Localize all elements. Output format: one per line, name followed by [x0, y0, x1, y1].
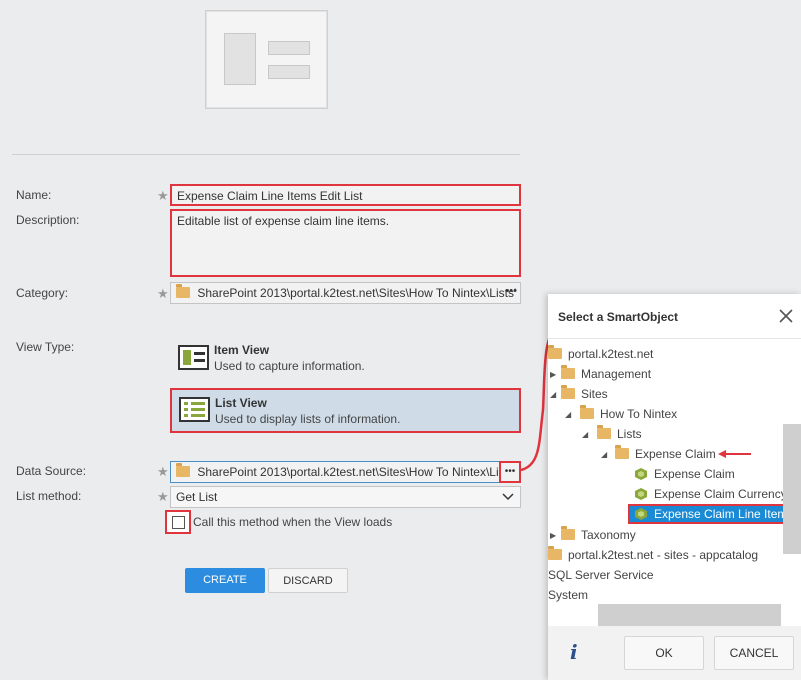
- category-field[interactable]: SharePoint 2013\portal.k2test.net\Sites\…: [170, 282, 521, 304]
- horizontal-scrollbar[interactable]: [598, 604, 781, 626]
- select-smartobject-dialog: Select a SmartObject portal.k2test.net ▶…: [548, 294, 801, 680]
- category-value: SharePoint 2013\portal.k2test.net\Sites\…: [197, 286, 517, 300]
- folder-icon: [615, 445, 629, 459]
- ellipsis-icon[interactable]: •••: [505, 285, 517, 297]
- item-view-title: Item View: [214, 343, 270, 357]
- required-star: ★: [157, 286, 169, 301]
- tree-item[interactable]: Taxonomy: [561, 526, 636, 542]
- dialog-title: Select a SmartObject: [558, 310, 679, 324]
- ellipsis-icon: •••: [504, 466, 516, 477]
- tree-item[interactable]: Expense Claim: [615, 445, 716, 461]
- list-view-icon: [179, 397, 210, 422]
- required-star: ★: [157, 188, 169, 203]
- category-label: Category:: [16, 286, 69, 300]
- data-source-label: Data Source:: [16, 464, 87, 478]
- tree-item[interactable]: System: [548, 588, 588, 602]
- annotation-arrow-left: [718, 450, 751, 458]
- folder-icon: [548, 546, 562, 560]
- folder-icon: [176, 463, 190, 477]
- tree-item[interactable]: portal.k2test.net - sites - appcatalog: [548, 546, 758, 562]
- info-icon[interactable]: i: [570, 640, 578, 664]
- list-view-desc: Used to display lists of information.: [215, 412, 401, 426]
- data-source-value: SharePoint 2013\portal.k2test.net\Sites\…: [197, 465, 514, 479]
- folder-icon: [561, 385, 575, 399]
- ok-button[interactable]: OK: [624, 636, 704, 670]
- tree-item[interactable]: Expense Claim: [634, 467, 735, 481]
- item-view-desc: Used to capture information.: [214, 359, 365, 373]
- list-method-value: Get List: [176, 490, 218, 504]
- call-method-label: Call this method when the View loads: [193, 515, 393, 529]
- description-input[interactable]: Editable list of expense claim line item…: [170, 209, 521, 277]
- name-label: Name:: [16, 188, 52, 202]
- item-view-option[interactable]: Item View Used to capture information.: [170, 338, 521, 380]
- divider: [12, 154, 520, 155]
- checkbox-box: [172, 516, 185, 529]
- list-view-option[interactable]: List View Used to display lists of infor…: [170, 388, 521, 433]
- collapse-icon[interactable]: ◢: [582, 430, 588, 439]
- vertical-scrollbar[interactable]: [783, 424, 801, 554]
- cancel-button[interactable]: CANCEL: [714, 636, 794, 670]
- create-button[interactable]: CREATE: [185, 568, 265, 593]
- name-input-value: Expense Claim Line Items Edit List: [177, 189, 363, 203]
- chevron-down-icon: [502, 493, 514, 501]
- collapse-icon[interactable]: ◢: [601, 450, 607, 459]
- folder-icon: [176, 284, 190, 298]
- folder-icon: [548, 345, 562, 359]
- folder-icon: [561, 365, 575, 379]
- folder-icon: [561, 526, 575, 540]
- list-view-title: List View: [215, 396, 267, 410]
- required-star: ★: [157, 489, 169, 504]
- discard-button[interactable]: DISCARD: [268, 568, 348, 593]
- collapse-icon[interactable]: ◢: [550, 390, 556, 399]
- expand-icon[interactable]: ▶: [550, 370, 556, 379]
- expand-icon[interactable]: ▶: [550, 531, 556, 540]
- tree-item[interactable]: How To Nintex: [580, 405, 677, 421]
- description-input-value: Editable list of expense claim line item…: [177, 214, 390, 228]
- tree-item-selected[interactable]: Expense Claim Line Item: [628, 504, 792, 524]
- tree-item[interactable]: Lists: [597, 425, 642, 441]
- list-method-label: List method:: [16, 489, 82, 503]
- collapse-icon[interactable]: ◢: [565, 410, 571, 419]
- tree-item[interactable]: Sites: [561, 385, 608, 401]
- smartobject-icon: [634, 467, 648, 481]
- call-method-checkbox[interactable]: [165, 510, 191, 534]
- tree-item[interactable]: Expense Claim Currency: [634, 487, 787, 501]
- list-method-select[interactable]: Get List: [170, 486, 521, 508]
- data-source-field[interactable]: SharePoint 2013\portal.k2test.net\Sites\…: [170, 461, 521, 483]
- item-view-icon: [178, 345, 209, 370]
- folder-icon: [597, 425, 611, 439]
- description-label: Description:: [16, 213, 80, 227]
- view-type-hero-icon: [205, 10, 328, 109]
- tree-item[interactable]: SQL Server Service: [548, 568, 654, 582]
- tree-item[interactable]: portal.k2test.net: [548, 345, 653, 361]
- name-input[interactable]: Expense Claim Line Items Edit List: [170, 184, 521, 206]
- folder-icon: [580, 405, 594, 419]
- close-icon[interactable]: [779, 309, 793, 323]
- required-star: ★: [157, 464, 169, 479]
- tree-item[interactable]: Management: [561, 365, 651, 381]
- smartobject-icon: [634, 507, 648, 521]
- smartobject-icon: [634, 487, 648, 501]
- view-type-label: View Type:: [16, 340, 75, 354]
- dialog-footer: i OK CANCEL: [548, 626, 801, 680]
